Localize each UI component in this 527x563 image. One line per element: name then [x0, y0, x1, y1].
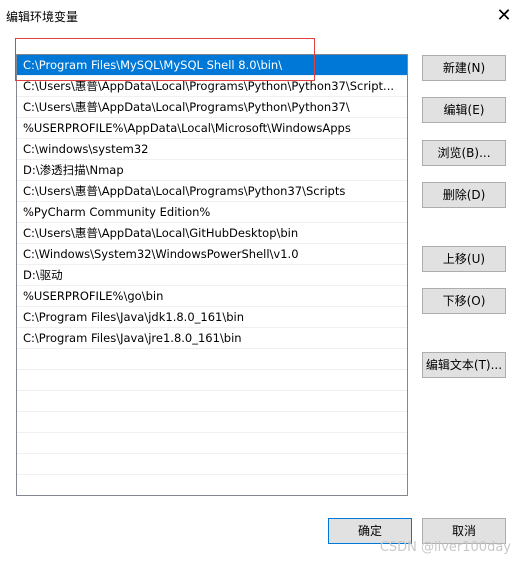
path-list[interactable]: C:\Program Files\MySQL\MySQL Shell 8.0\b…: [16, 54, 408, 496]
path-list-item[interactable]: C:\Users\惠普\AppData\Local\Programs\Pytho…: [17, 97, 407, 118]
path-list-item[interactable]: C:\windows\system32: [17, 139, 407, 160]
edit-environment-variable-dialog: 编辑环境变量 ✕ C:\Program Files\MySQL\MySQL Sh…: [0, 0, 527, 563]
path-list-item[interactable]: C:\Users\惠普\AppData\Local\GitHubDesktop\…: [17, 223, 407, 244]
path-list-empty-row[interactable]: [17, 391, 407, 412]
new-button[interactable]: 新建(N): [422, 55, 506, 81]
path-list-item[interactable]: C:\Program Files\MySQL\MySQL Shell 8.0\b…: [17, 55, 407, 76]
path-list-item[interactable]: C:\Windows\System32\WindowsPowerShell\v1…: [17, 244, 407, 265]
move-down-button[interactable]: 下移(O): [422, 288, 506, 314]
edit-text-button[interactable]: 编辑文本(T)...: [422, 352, 506, 378]
move-up-button[interactable]: 上移(U): [422, 246, 506, 272]
window-title: 编辑环境变量: [6, 10, 79, 24]
path-list-item[interactable]: D:\驱动: [17, 265, 407, 286]
path-list-item[interactable]: D:\渗透扫描\Nmap: [17, 160, 407, 181]
delete-button[interactable]: 删除(D): [422, 182, 506, 208]
path-list-item[interactable]: %PyCharm Community Edition%: [17, 202, 407, 223]
path-list-empty-row[interactable]: [17, 454, 407, 475]
path-list-item[interactable]: %USERPROFILE%\go\bin: [17, 286, 407, 307]
path-list-empty-row[interactable]: [17, 412, 407, 433]
path-list-item[interactable]: %USERPROFILE%\AppData\Local\Microsoft\Wi…: [17, 118, 407, 139]
path-list-item[interactable]: C:\Users\惠普\AppData\Local\Programs\Pytho…: [17, 76, 407, 97]
path-list-item[interactable]: C:\Users\惠普\AppData\Local\Programs\Pytho…: [17, 181, 407, 202]
path-list-empty-row[interactable]: [17, 370, 407, 391]
title-bar: 编辑环境变量 ✕: [0, 0, 527, 32]
path-list-empty-row[interactable]: [17, 433, 407, 454]
edit-button[interactable]: 编辑(E): [422, 97, 506, 123]
browse-button[interactable]: 浏览(B)...: [422, 140, 506, 166]
path-list-empty-row[interactable]: [17, 349, 407, 370]
path-list-item[interactable]: C:\Program Files\Java\jre1.8.0_161\bin: [17, 328, 407, 349]
watermark: CSDN @liver100day: [379, 540, 511, 555]
close-icon[interactable]: ✕: [491, 3, 517, 29]
path-list-item[interactable]: C:\Program Files\Java\jdk1.8.0_161\bin: [17, 307, 407, 328]
